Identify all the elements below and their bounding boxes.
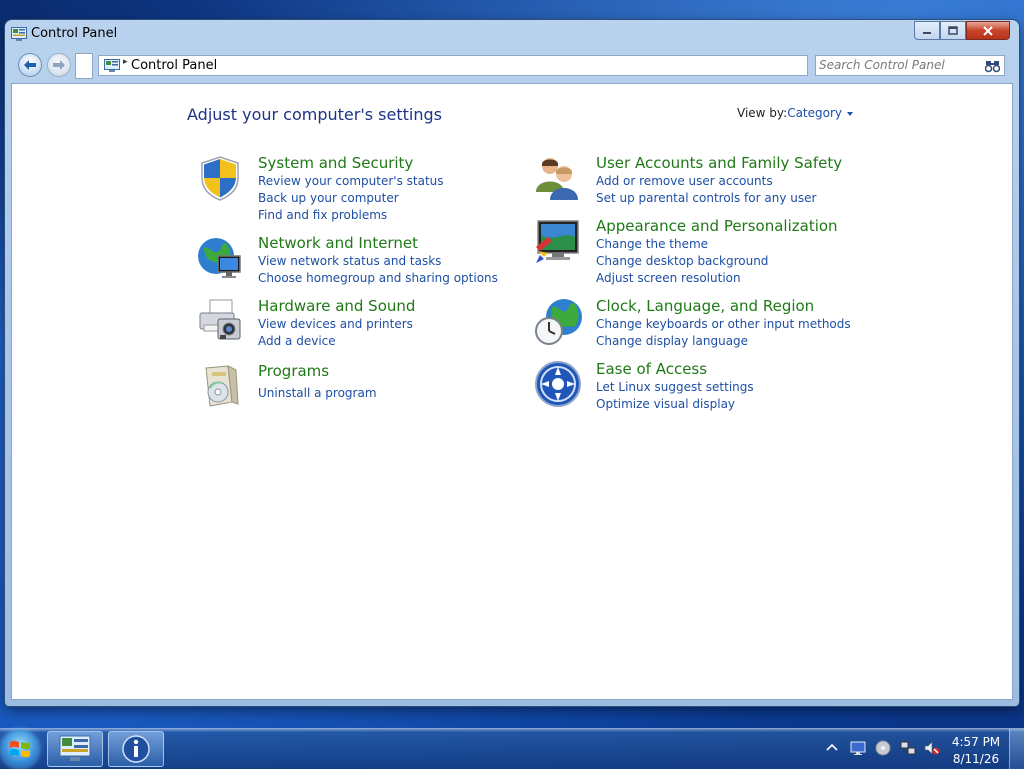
control-panel-icon: [59, 735, 91, 761]
link-desktop-background[interactable]: Change desktop background: [596, 254, 768, 268]
view-by-dropdown[interactable]: Category: [787, 106, 842, 120]
link-uninstall-program[interactable]: Uninstall a program: [258, 386, 377, 400]
control-panel-icon: [104, 59, 120, 72]
control-panel-icon: [11, 27, 27, 41]
search-binoculars-icon[interactable]: [985, 59, 1000, 73]
taskbar: 4:57 PM 8/11/26: [0, 728, 1024, 769]
title-bar[interactable]: Control Panel: [5, 20, 1019, 48]
link-homegroup-sharing[interactable]: Choose homegroup and sharing options: [258, 271, 498, 285]
link-suggest-settings[interactable]: Let Linux suggest settings: [596, 380, 754, 394]
globe-network-icon[interactable]: [196, 234, 244, 282]
link-add-remove-users[interactable]: Add or remove user accounts: [596, 174, 773, 188]
clock-date: 8/11/26: [952, 752, 1000, 766]
maximize-button[interactable]: [940, 21, 966, 40]
clock-globe-icon[interactable]: [534, 297, 582, 345]
category-hardware-and-sound: Hardware and Sound View devices and prin…: [196, 297, 516, 357]
recent-pages-dropdown[interactable]: [75, 53, 93, 79]
link-keyboards-input[interactable]: Change keyboards or other input methods: [596, 317, 851, 331]
forward-arrow-icon: [53, 60, 65, 70]
start-button[interactable]: [1, 730, 39, 768]
close-button[interactable]: [966, 21, 1010, 40]
shield-icon[interactable]: [196, 154, 244, 202]
close-icon: [983, 25, 993, 36]
minimize-icon: [923, 31, 931, 34]
window-title: Control Panel: [31, 26, 118, 41]
forward-button[interactable]: [47, 53, 71, 77]
show-desktop-button[interactable]: [1009, 729, 1024, 769]
taskbar-clock[interactable]: 4:57 PM 8/11/26: [948, 734, 1004, 768]
link-add-device[interactable]: Add a device: [258, 334, 336, 348]
link-devices-printers[interactable]: View devices and printers: [258, 317, 413, 331]
volume-muted-icon[interactable]: [924, 740, 940, 756]
view-by-selector: View by:Category: [737, 106, 854, 120]
ease-of-access-icon[interactable]: [534, 360, 582, 408]
link-find-fix-problems[interactable]: Find and fix problems: [258, 208, 387, 222]
show-hidden-icons-chevron-icon[interactable]: [824, 740, 840, 756]
taskbar-control-panel-button[interactable]: [47, 731, 103, 767]
category-title[interactable]: System and Security: [258, 154, 413, 172]
control-panel-content: Adjust your computer's settings View by:…: [11, 83, 1013, 700]
category-title[interactable]: Clock, Language, and Region: [596, 297, 814, 315]
users-icon[interactable]: [534, 154, 582, 202]
control-panel-window: Control Panel ▸ Control Panel Search Con…: [5, 20, 1019, 706]
maximize-icon: [948, 26, 958, 35]
category-clock-language-region: Clock, Language, and Region Change keybo…: [534, 297, 864, 357]
link-parental-controls[interactable]: Set up parental controls for any user: [596, 191, 816, 205]
link-optimize-visual[interactable]: Optimize visual display: [596, 397, 735, 411]
display-icon[interactable]: [850, 740, 866, 756]
search-placeholder: Search Control Panel: [819, 58, 945, 72]
link-screen-resolution[interactable]: Adjust screen resolution: [596, 271, 741, 285]
category-programs: Programs Uninstall a program: [196, 362, 516, 422]
search-input[interactable]: Search Control Panel: [815, 55, 1005, 76]
category-title[interactable]: Network and Internet: [258, 234, 418, 252]
category-ease-of-access: Ease of Access Let Linux suggest setting…: [534, 360, 854, 420]
category-network-and-internet: Network and Internet View network status…: [196, 234, 526, 294]
breadcrumb-chevron-icon[interactable]: ▸: [123, 57, 128, 67]
category-title[interactable]: User Accounts and Family Safety: [596, 154, 842, 172]
page-title: Adjust your computer's settings: [187, 105, 442, 124]
category-title[interactable]: Programs: [258, 362, 329, 380]
category-appearance: Appearance and Personalization Change th…: [534, 217, 854, 292]
link-back-up[interactable]: Back up your computer: [258, 191, 399, 205]
category-title[interactable]: Appearance and Personalization: [596, 217, 838, 235]
link-review-status[interactable]: Review your computer's status: [258, 174, 444, 188]
programs-box-icon[interactable]: [196, 362, 244, 410]
back-arrow-icon: [24, 60, 36, 70]
breadcrumb-control-panel[interactable]: Control Panel: [131, 58, 217, 73]
printer-camera-icon[interactable]: [196, 297, 244, 345]
link-view-network-status[interactable]: View network status and tasks: [258, 254, 441, 268]
navigation-bar: ▸ Control Panel Search Control Panel: [5, 50, 1019, 80]
chevron-down-icon[interactable]: [847, 111, 854, 116]
monitor-palette-icon[interactable]: [534, 217, 582, 265]
taskbar-info-button[interactable]: [108, 731, 164, 767]
clock-time: 4:57 PM: [951, 735, 1001, 749]
category-user-accounts: User Accounts and Family Safety Add or r…: [534, 154, 854, 214]
minimize-button[interactable]: [914, 21, 940, 40]
address-bar[interactable]: ▸ Control Panel: [98, 55, 808, 76]
windows-logo-icon: [10, 740, 30, 758]
info-icon: [122, 735, 150, 763]
link-display-language[interactable]: Change display language: [596, 334, 748, 348]
view-by-label: View by:: [737, 106, 788, 120]
category-system-and-security: System and Security Review your computer…: [196, 154, 516, 229]
category-title[interactable]: Hardware and Sound: [258, 297, 415, 315]
window-controls: [914, 21, 1010, 40]
network-icon[interactable]: [900, 740, 916, 756]
disc-icon[interactable]: [875, 740, 891, 756]
category-title[interactable]: Ease of Access: [596, 360, 707, 378]
link-change-theme[interactable]: Change the theme: [596, 237, 708, 251]
back-button[interactable]: [18, 53, 42, 77]
